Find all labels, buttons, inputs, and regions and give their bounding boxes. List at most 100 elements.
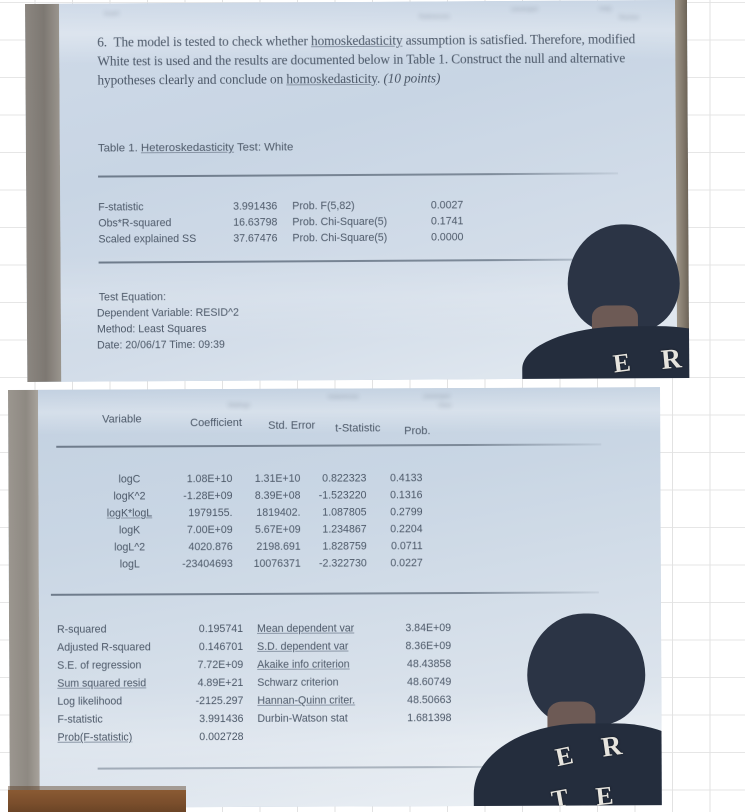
summary-right-label: Schwarz criterion [257,676,339,689]
summary-right-value: 48.43858 [406,658,452,671]
table-rule-top [98,172,619,178]
summary-left-label: Prob(F-statistic) [57,731,133,744]
column-header-prob: Prob. [404,425,431,438]
coef-row-variable: logK*logL [106,507,153,520]
summary-right-value: 8.36E+09 [405,640,452,653]
blurred-header-item: Developer [423,394,451,401]
person-silhouette-bottom: E R T E [469,613,662,808]
jersey-letter: T [549,784,572,808]
summary-left-label: F-statistic [57,713,103,726]
question-line1-a: The model is tested to check whether [113,33,312,50]
photo-left-edge-band [8,389,40,808]
coef-row-std-error: 1.31E+10 [254,472,301,485]
coef-row-std-error: 2198.691 [256,540,301,553]
blurred-header-item: View [438,403,451,410]
question-paragraph: 6. The model is tested to check whether … [97,30,657,90]
person-head [567,224,681,333]
summary-right-label: Mean dependent var [257,622,355,635]
photo-top-slide: Insert References Developer Help Review … [25,0,690,382]
white-test-row-label: Scaled explained SS [98,232,197,246]
coef-row-coefficient: -23404693 [182,558,233,571]
white-test-row-prob-label: Prob. Chi-Square(5) [292,215,388,229]
coef-row-t-statistic: -2.322730 [319,557,367,570]
coef-row-variable: logC [118,473,141,486]
photo-bottom-slide: Mailings References Developer View Varia… [8,387,662,808]
question-term-homoskedasticity-1: homoskedasticity [310,32,403,49]
person-neck [591,305,639,344]
coef-row-t-statistic: 1.087805 [322,506,367,519]
blurred-slide-header: Mailings References Developer View [38,391,660,416]
column-header-t-statistic: t-Statistic [335,422,381,435]
person-shoulders [521,325,690,382]
jersey-letter: E [611,347,634,379]
person-neck [547,701,596,744]
summary-right-label: Durbin-Watson stat [257,712,348,725]
summary-left-value: 3.991436 [199,712,244,726]
summary-left-label: R-squared [57,623,107,636]
coef-row-t-statistic: -1.523220 [318,489,367,502]
white-test-row-prob-value: 0.0000 [430,231,464,244]
person-silhouette-top: E R [515,210,690,382]
dependent-variable: Dependent Variable: RESID^2 [96,306,239,320]
summary-right-value: 1.681398 [407,712,452,725]
white-test-row-label: Obs*R-squared [98,217,172,230]
test-equation-heading: Test Equation: [98,291,166,304]
question-points: (10 points) [383,70,441,86]
summary-left-label: Sum squared resid [57,677,147,690]
blurred-header-item: Insert [104,11,120,18]
coef-row-coefficient: 7.00E+09 [186,524,233,537]
summary-left-value: 0.146701 [198,640,244,654]
summary-left-label: S.E. of regression [57,659,142,672]
desk-surface [8,790,186,812]
coef-row-prob: 0.0711 [391,540,423,553]
blurred-header-item: Review [619,15,639,22]
white-test-row-label: F-statistic [98,201,144,214]
jersey-letter: R [599,730,625,764]
coef-row-prob: 0.0227 [390,557,423,570]
coef-row-coefficient: 4020.876 [188,541,233,554]
blurred-header-item: References [328,394,359,401]
coef-row-std-error: 1819402. [256,506,301,519]
coef-row-std-error: 8.39E+08 [254,489,301,502]
question-number: 6. [97,34,108,50]
coef-row-t-statistic: 1.234867 [322,523,367,536]
question-line3-b: . [376,70,381,86]
coef-row-t-statistic: 1.828759 [322,540,367,553]
projected-slide-bottom: Mailings References Developer View Varia… [37,387,662,808]
white-test-row-prob-value: 0.0027 [430,199,464,212]
coef-row-variable: logL [119,558,140,571]
white-test-row-prob-label: Prob. F(5,82) [292,199,355,213]
coef-row-coefficient: 1979155. [188,507,233,520]
coef-row-std-error: 5.67E+09 [254,523,301,536]
coef-row-std-error: 10076371 [253,557,301,570]
white-test-row-prob-label: Prob. Chi-Square(5) [292,231,388,245]
column-header-coefficient: Coefficient [190,416,242,430]
table-caption-term: Heteroskedasticity [140,141,235,155]
blurred-slide-header: Insert References Developer Help Review … [59,4,689,30]
table-caption: Table 1. Heteroskedasticity Test: White [98,141,293,154]
regression-rule-bottom [97,765,538,770]
summary-left-value: 4.89E+21 [197,676,244,690]
coef-row-variable: logK^2 [113,490,146,503]
regression-rule-mid [50,591,599,596]
white-test-row-value: 3.991436 [233,200,278,213]
photo-left-edge-band [25,3,62,382]
summary-left-label: Log likelihood [57,695,123,708]
column-header-std-error: Std. Error [268,419,316,432]
summary-right-value: 48.50663 [407,694,452,707]
white-test-row-prob-value: 0.1741 [430,215,464,228]
coef-row-prob: 0.4133 [389,472,423,485]
question-term-homoskedasticity-2: homoskedasticity [286,70,377,87]
summary-left-value: 7.72E+09 [197,658,244,672]
blurred-header-item: Help [599,6,612,13]
question-line2: White test is used and the results are d… [97,50,626,69]
jersey-letter: E [594,780,616,808]
summary-left-value: 0.002728 [199,730,244,744]
person-head [526,613,646,726]
coef-row-coefficient: -1.28E+09 [183,490,233,503]
question-line3-a: hypotheses clearly and conclude on [97,71,287,88]
coef-row-variable: logK [118,524,141,537]
coef-row-variable: logL^2 [114,541,146,554]
summary-right-label: Hannan-Quinn criter. [257,694,356,707]
blurred-header-item: Developer [511,6,539,14]
